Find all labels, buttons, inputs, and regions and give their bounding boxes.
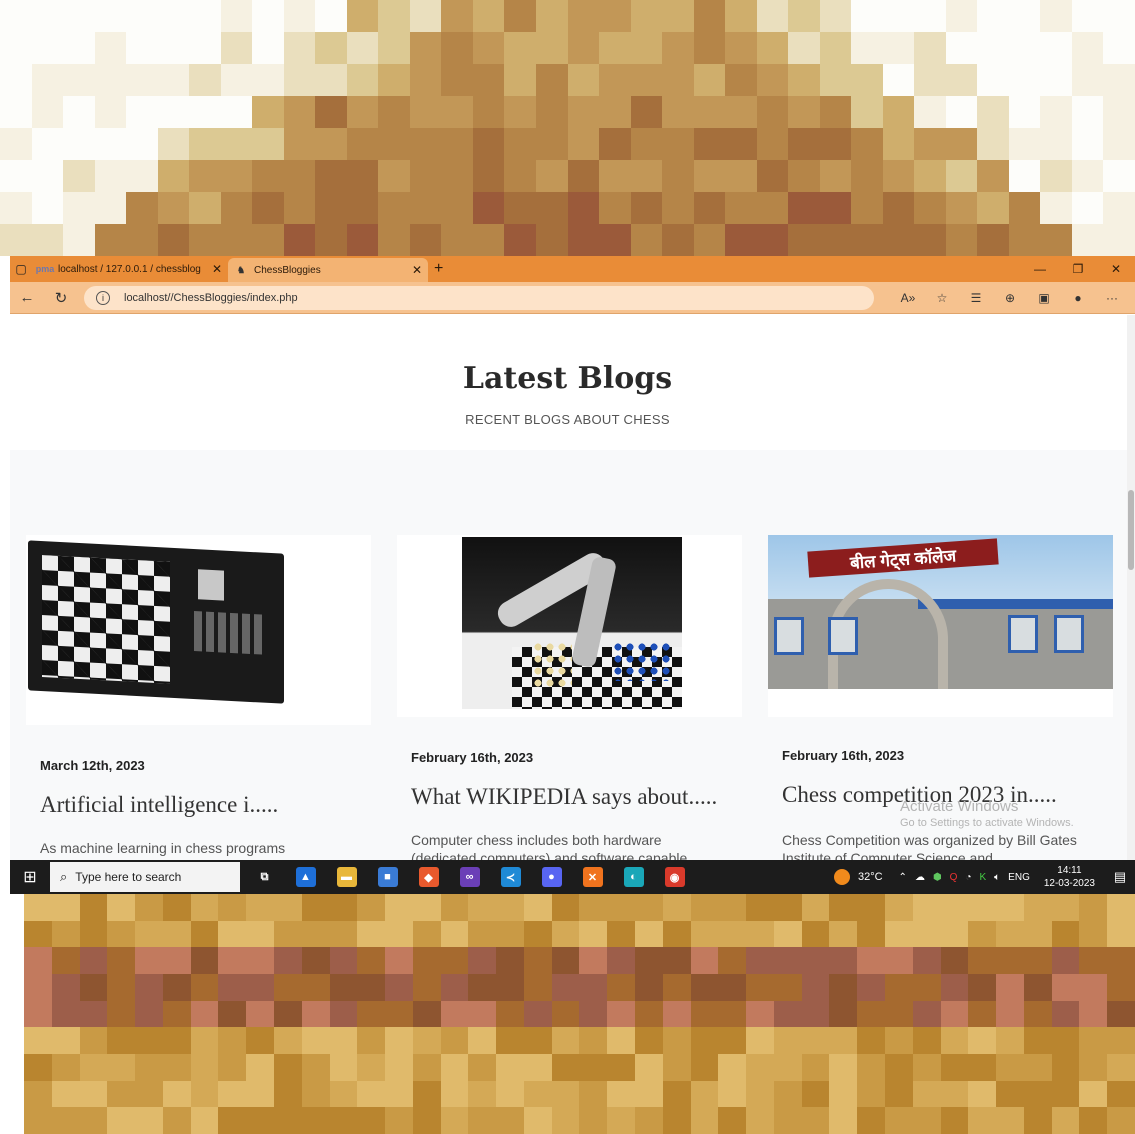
edge-icon[interactable]: ◐ (613, 860, 654, 894)
cloud-icon[interactable]: ☁ (915, 872, 925, 883)
blog-date: March 12th, 2023 (40, 758, 145, 773)
robot-arm-image (462, 537, 682, 709)
address-bar: ← ↻ i localhost//ChessBloggies/index.php… (10, 282, 1135, 314)
sun-icon (833, 869, 850, 885)
chess-icon: ♞ (236, 264, 246, 275)
activate-windows-title: Activate Windows (900, 798, 1019, 815)
file-explorer-icon[interactable]: ▬ (326, 860, 367, 894)
minimize-icon[interactable]: — (1021, 262, 1059, 276)
discord-icon[interactable]: ● (531, 860, 572, 894)
blog-excerpt: As machine learning in chess programs (40, 840, 286, 856)
close-icon[interactable]: ✕ (412, 263, 422, 277)
blog-image[interactable] (26, 535, 371, 725)
back-button[interactable]: ← (10, 289, 44, 306)
blog-date: February 16th, 2023 (782, 748, 905, 763)
windows-start-icon[interactable]: ⊞ (10, 867, 50, 887)
screenshot: ▢ pma localhost / 127.0.0.1 / chessblog … (0, 0, 1135, 1134)
new-tab-button[interactable]: + (434, 260, 443, 278)
page-subtitle: RECENT BLOGS ABOUT CHESS (465, 412, 670, 427)
task-view-icon[interactable]: ⧉ (244, 860, 285, 894)
xampp-icon[interactable]: ✕ (572, 860, 613, 894)
profile-icon[interactable]: ● (1061, 291, 1095, 305)
taskbar-apps: ⧉ ▲ ▬ ■ ◆ ∞ ≺ ● ✕ ◐ ◉ (244, 860, 695, 894)
tab-label: localhost / 127.0.0.1 / chessblog (58, 263, 201, 275)
azure-data-studio-icon[interactable]: ▲ (285, 860, 326, 894)
blog-title[interactable]: Artificial intelligence i..... (40, 792, 278, 818)
app-q-icon[interactable]: Q (950, 872, 958, 883)
url-input[interactable]: i localhost//ChessBloggies/index.php (84, 285, 874, 310)
blog-excerpt: Computer chess includes both hardware (d… (411, 832, 688, 860)
chrome-icon[interactable]: ◉ (654, 860, 695, 894)
tab-label: ChessBloggies (254, 264, 321, 276)
tab-chessbloggies[interactable]: ♞ ChessBloggies ✕ (228, 258, 428, 282)
weather-widget[interactable]: 32°C (833, 869, 883, 885)
web-page: Latest Blogs RECENT BLOGS ABOUT CHESS Ma… (10, 315, 1135, 860)
system-tray: 32°C ⌃ ☁ ⬢ Q ◔ K 🔈︎ ENG 14:11 12-03-2023… (833, 860, 1135, 894)
speaker-icon[interactable]: 🔈︎ (994, 872, 1000, 883)
close-window-icon[interactable]: ✕ (1097, 262, 1135, 276)
blog-excerpt: Chess Competition was organized by Bill … (782, 832, 1077, 860)
search-placeholder: Type here to search (75, 870, 182, 884)
url-text: localhost//ChessBloggies/index.php (124, 291, 298, 304)
language-indicator[interactable]: ENG (1008, 872, 1030, 883)
chevron-up-icon[interactable]: ⌃ (899, 872, 907, 883)
clock-date: 12-03-2023 (1043, 878, 1095, 889)
favorite-icon[interactable]: ☆ (925, 291, 959, 305)
college-image: बील गेट्स कॉलेज (768, 535, 1113, 689)
pma-icon: pma (35, 264, 55, 274)
wifi-icon[interactable]: ◔ (965, 872, 971, 883)
brave-icon[interactable]: ◆ (408, 860, 449, 894)
microsoft-store-icon[interactable]: ■ (367, 860, 408, 894)
weather-temp: 32°C (857, 871, 883, 883)
visual-studio-icon[interactable]: ∞ (449, 860, 490, 894)
blog-image[interactable] (397, 535, 742, 717)
taskbar-search-input[interactable]: ⌕ Type here to search (50, 862, 240, 892)
scrollbar-thumb[interactable] (1128, 490, 1134, 570)
collections-icon[interactable]: ⊕ (993, 291, 1027, 305)
extension-icon[interactable]: ▣ (1027, 291, 1061, 305)
tab-phpmyadmin[interactable]: pma localhost / 127.0.0.1 / chessblog ✕ (32, 258, 228, 280)
blog-title[interactable]: What WIKIPEDIA says about..... (411, 784, 717, 810)
vscode-icon[interactable]: ≺ (490, 860, 531, 894)
activate-windows-subtitle: Go to Settings to activate Windows. (900, 817, 1074, 829)
favorites-list-icon[interactable]: ☰ (959, 291, 993, 305)
refresh-button[interactable]: ↻ (44, 289, 78, 307)
taskbar-clock[interactable]: 14:11 12-03-2023 (1044, 864, 1095, 890)
chess-computer-image (28, 540, 284, 704)
pixelated-top-region (0, 0, 1135, 256)
pixelated-bottom-region (24, 894, 1135, 1134)
page-title: Latest Blogs (462, 361, 673, 396)
browser-tab-bar: ▢ pma localhost / 127.0.0.1 / chessblog … (10, 256, 1135, 282)
shield-icon[interactable]: ⬢ (933, 872, 942, 883)
notification-icon[interactable]: ▤ (1105, 869, 1135, 885)
restore-icon[interactable]: ❐ (1059, 262, 1097, 276)
read-aloud-icon[interactable]: A» (891, 291, 925, 305)
more-icon[interactable]: ··· (1095, 291, 1129, 305)
page-scrollbar[interactable] (1127, 315, 1135, 860)
tab-actions-icon[interactable]: ▢ (10, 258, 32, 280)
close-icon[interactable]: ✕ (212, 262, 222, 276)
blog-image[interactable]: बील गेट्स कॉलेज (768, 535, 1113, 717)
search-icon: ⌕ (60, 869, 68, 884)
info-icon[interactable]: i (96, 290, 110, 305)
app-k-icon[interactable]: K (980, 872, 987, 883)
clock-time: 14:11 (1057, 865, 1082, 876)
college-banner-text: बील गेट्स कॉलेज (807, 538, 999, 578)
blog-date: February 16th, 2023 (411, 750, 534, 765)
windows-taskbar: ⊞ ⌕ Type here to search ⧉ ▲ ▬ ■ ◆ ∞ ≺ ● ✕ ◐ ◉ 32°C… (10, 860, 1135, 894)
